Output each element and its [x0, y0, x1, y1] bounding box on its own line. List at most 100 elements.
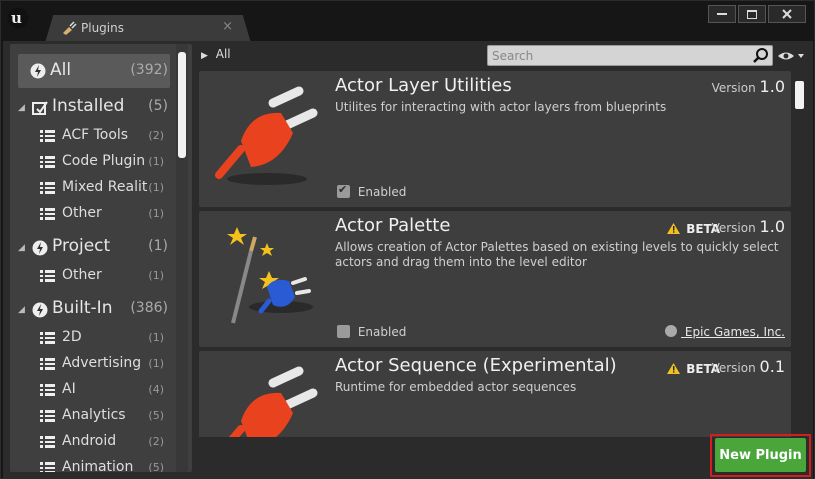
- unreal-logo-icon: u: [7, 7, 29, 29]
- tab-title: Plugins: [81, 21, 124, 35]
- list-icon: [40, 410, 55, 422]
- sidebar-scrollbar[interactable]: [178, 52, 186, 158]
- subcategory-count: (1): [148, 155, 164, 168]
- collapse-arrow-icon[interactable]: ◢: [18, 305, 25, 315]
- subcategory-label: Android: [62, 433, 117, 449]
- enabled-label: Enabled: [357, 325, 407, 339]
- plugin-version: Version 1.0: [712, 217, 785, 236]
- category-label: Installed: [52, 96, 125, 116]
- category-built-in[interactable]: ◢ Built-In (386): [10, 296, 170, 322]
- version-label: Version: [711, 361, 756, 375]
- search-input[interactable]: [492, 48, 748, 64]
- category-count: (5): [148, 98, 168, 114]
- subcategory-code-plugin[interactable]: Code Plugin (1): [10, 149, 170, 175]
- subcategory-android[interactable]: Android (2): [10, 429, 170, 455]
- subcategory-label: Mixed Realit: [62, 179, 148, 195]
- plugins-body: All (392) ◢ Installed (5) ACF Tools (2) …: [3, 41, 813, 478]
- breadcrumb-arrow-icon: ▶: [201, 51, 208, 61]
- subcategory-label: Other: [62, 205, 102, 221]
- plugin-card[interactable]: Actor Palette BETA Version 1.0 Allows cr…: [199, 211, 791, 347]
- subcategory-label: Code Plugin: [62, 153, 146, 169]
- search-box[interactable]: [487, 45, 773, 66]
- breadcrumb-label: All: [215, 47, 231, 61]
- subcategory-count: (1): [148, 269, 164, 282]
- version-label: Version: [711, 221, 756, 235]
- checkbox-unchecked-icon[interactable]: [337, 325, 350, 338]
- version-label: Version: [711, 81, 756, 95]
- category-sidebar: All (392) ◢ Installed (5) ACF Tools (2) …: [10, 44, 192, 472]
- all-plugins-icon: [30, 63, 46, 79]
- subcategory-count: (1): [148, 181, 164, 194]
- close-icon: [782, 9, 792, 19]
- version-number: 0.1: [759, 357, 785, 376]
- subcategory-count: (5): [148, 461, 164, 472]
- subcategory-advertising[interactable]: Advertising (1): [10, 351, 170, 377]
- svg-text:u: u: [11, 9, 22, 27]
- category-label: Project: [52, 236, 111, 256]
- plugin-card[interactable]: Actor Layer Utilities Utilites for inter…: [199, 71, 791, 207]
- list-icon: [40, 156, 55, 168]
- subcategory-animation[interactable]: Animation (5): [10, 455, 170, 472]
- subcategory-count: (1): [148, 331, 164, 344]
- subcategory-2d[interactable]: 2D (1): [10, 325, 170, 351]
- version-number: 1.0: [759, 77, 785, 96]
- subcategory-mixed-reality[interactable]: Mixed Realit (1): [10, 175, 170, 201]
- subcategory-count: (4): [148, 383, 164, 396]
- category-project[interactable]: ◢ Project (1): [10, 234, 170, 260]
- category-installed[interactable]: ◢ Installed (5): [10, 94, 170, 120]
- minimize-button[interactable]: [708, 5, 736, 23]
- new-plugin-button[interactable]: New Plugin: [715, 438, 806, 472]
- checkbox-checked-icon[interactable]: [337, 183, 350, 198]
- category-count: (392): [130, 62, 168, 78]
- warning-icon: [667, 363, 680, 374]
- list-icon: [40, 384, 55, 396]
- list-icon: [40, 182, 55, 194]
- subcategory-other-project[interactable]: Other (1): [10, 263, 170, 289]
- plugin-plug-icon: [228, 366, 318, 437]
- plugin-plug-icon: [215, 86, 318, 185]
- tab-close-icon[interactable]: ×: [222, 19, 233, 34]
- collapse-arrow-icon[interactable]: ◢: [18, 103, 25, 113]
- plugin-description: Utilites for interacting with actor laye…: [335, 100, 667, 114]
- subcategory-other-installed[interactable]: Other (1): [10, 201, 170, 227]
- globe-icon: [665, 325, 678, 337]
- subcategory-label: Advertising: [62, 355, 142, 371]
- enabled-checkbox[interactable]: Enabled: [337, 183, 407, 199]
- subcategory-label: Animation: [62, 459, 134, 472]
- subcategory-count: (5): [148, 409, 164, 422]
- subcategory-ai[interactable]: AI (4): [10, 377, 170, 403]
- plugin-version: Version 0.1: [712, 357, 785, 376]
- plugin-card[interactable]: Actor Sequence (Experimental) BETA Versi…: [199, 351, 791, 437]
- category-all[interactable]: All (392): [18, 54, 170, 88]
- built-in-icon: [32, 302, 48, 318]
- enabled-checkbox[interactable]: Enabled: [337, 325, 406, 339]
- collapse-arrow-icon[interactable]: ◢: [18, 243, 25, 253]
- subcategory-label: Analytics: [62, 407, 126, 423]
- view-options-icon[interactable]: [777, 49, 805, 63]
- list-icon: [40, 358, 55, 370]
- minimize-icon: [717, 13, 727, 15]
- maximize-icon: [747, 9, 757, 19]
- subcategory-label: Other: [62, 267, 102, 283]
- subcategory-count: (2): [148, 129, 164, 142]
- subcategory-analytics[interactable]: Analytics (5): [10, 403, 170, 429]
- maximize-button[interactable]: [738, 5, 766, 23]
- breadcrumb[interactable]: ▶ All: [201, 47, 231, 61]
- subcategory-label: AI: [62, 381, 76, 397]
- plugin-title: Actor Layer Utilities: [335, 75, 512, 96]
- window-controls: [708, 5, 806, 23]
- tab-plugins[interactable]: Plugins ×: [45, 15, 251, 43]
- enabled-label: Enabled: [357, 185, 407, 199]
- author-name: Epic Games, Inc.: [684, 325, 785, 339]
- plugin-list-scrollbar[interactable]: [795, 81, 804, 109]
- category-count: (386): [130, 300, 168, 316]
- list-icon: [40, 332, 55, 344]
- plug-icon: [63, 21, 77, 35]
- category-label: All: [50, 60, 72, 80]
- subcategory-acf-tools[interactable]: ACF Tools (2): [10, 123, 170, 149]
- subcategory-count: (2): [148, 435, 164, 448]
- version-number: 1.0: [759, 217, 785, 236]
- author-link[interactable]: Epic Games, Inc.: [665, 325, 785, 339]
- search-icon[interactable]: [752, 47, 770, 65]
- close-button[interactable]: [768, 5, 806, 23]
